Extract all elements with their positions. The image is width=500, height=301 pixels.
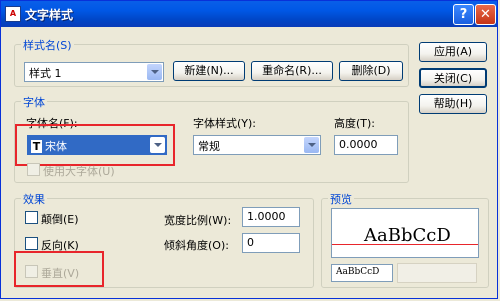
- height-input[interactable]: 0.0000: [334, 135, 398, 155]
- apply-button[interactable]: 应用(A): [419, 42, 487, 62]
- oblique-angle-label: 倾斜角度(O):: [164, 239, 229, 252]
- close-icon[interactable]: ✕: [475, 4, 496, 25]
- width-factor-value: 1.0000: [247, 210, 286, 223]
- oblique-angle-input[interactable]: 0: [242, 233, 300, 253]
- width-factor-input[interactable]: 1.0000: [242, 207, 300, 227]
- window-title: 文字样式: [25, 8, 74, 22]
- width-factor-label: 宽度比例(W):: [164, 214, 232, 227]
- title-bar[interactable]: A 文字样式 ? ✕: [1, 1, 497, 27]
- preview-group-label: 预览: [328, 191, 354, 207]
- style-name-combo[interactable]: 样式 1: [24, 62, 164, 82]
- highlight-box-font-name: [15, 124, 175, 166]
- delete-style-button[interactable]: 删除(D): [339, 61, 403, 81]
- help-icon[interactable]: ?: [453, 4, 474, 25]
- upside-down-label: 颠倒(E): [41, 213, 79, 226]
- style-name-value: 样式 1: [29, 67, 62, 80]
- upside-down-checkbox[interactable]: [25, 211, 38, 224]
- font-style-label: 字体样式(Y):: [193, 117, 257, 130]
- preview-button[interactable]: [397, 263, 477, 283]
- height-label: 高度(T):: [334, 117, 376, 130]
- preview-input[interactable]: AaBbCcD: [331, 264, 393, 282]
- rename-style-button[interactable]: 重命名(R)...: [251, 61, 333, 81]
- style-name-group-label: 样式名(S): [21, 37, 74, 53]
- app-icon: A: [5, 6, 21, 22]
- close-button[interactable]: 关闭(C): [419, 68, 487, 88]
- text-style-dialog: A 文字样式 ? ✕ 样式名(S) 样式 1 新建(N)... 重命名(R)..…: [0, 0, 498, 299]
- font-group-label: 字体: [21, 94, 47, 110]
- chevron-down-icon[interactable]: [147, 64, 162, 80]
- preview-box: AaBbCcD: [331, 208, 479, 258]
- highlight-box-vertical: [14, 251, 104, 287]
- height-value: 0.0000: [339, 138, 378, 151]
- font-style-combo[interactable]: 常规: [193, 135, 321, 155]
- backwards-checkbox[interactable]: [25, 237, 38, 250]
- help-button[interactable]: 帮助(H): [419, 94, 487, 114]
- preview-input-value: AaBbCcD: [336, 267, 380, 277]
- new-style-button[interactable]: 新建(N)...: [173, 61, 245, 81]
- bigfont-checkbox[interactable]: [27, 163, 40, 176]
- chevron-down-icon[interactable]: [304, 137, 319, 153]
- font-style-value: 常规: [198, 140, 220, 153]
- bigfont-label: 使用大字体(U): [43, 165, 115, 178]
- preview-sample-text: AaBbCcD: [364, 225, 451, 246]
- oblique-angle-value: 0: [247, 236, 254, 249]
- effects-group-label: 效果: [21, 191, 47, 207]
